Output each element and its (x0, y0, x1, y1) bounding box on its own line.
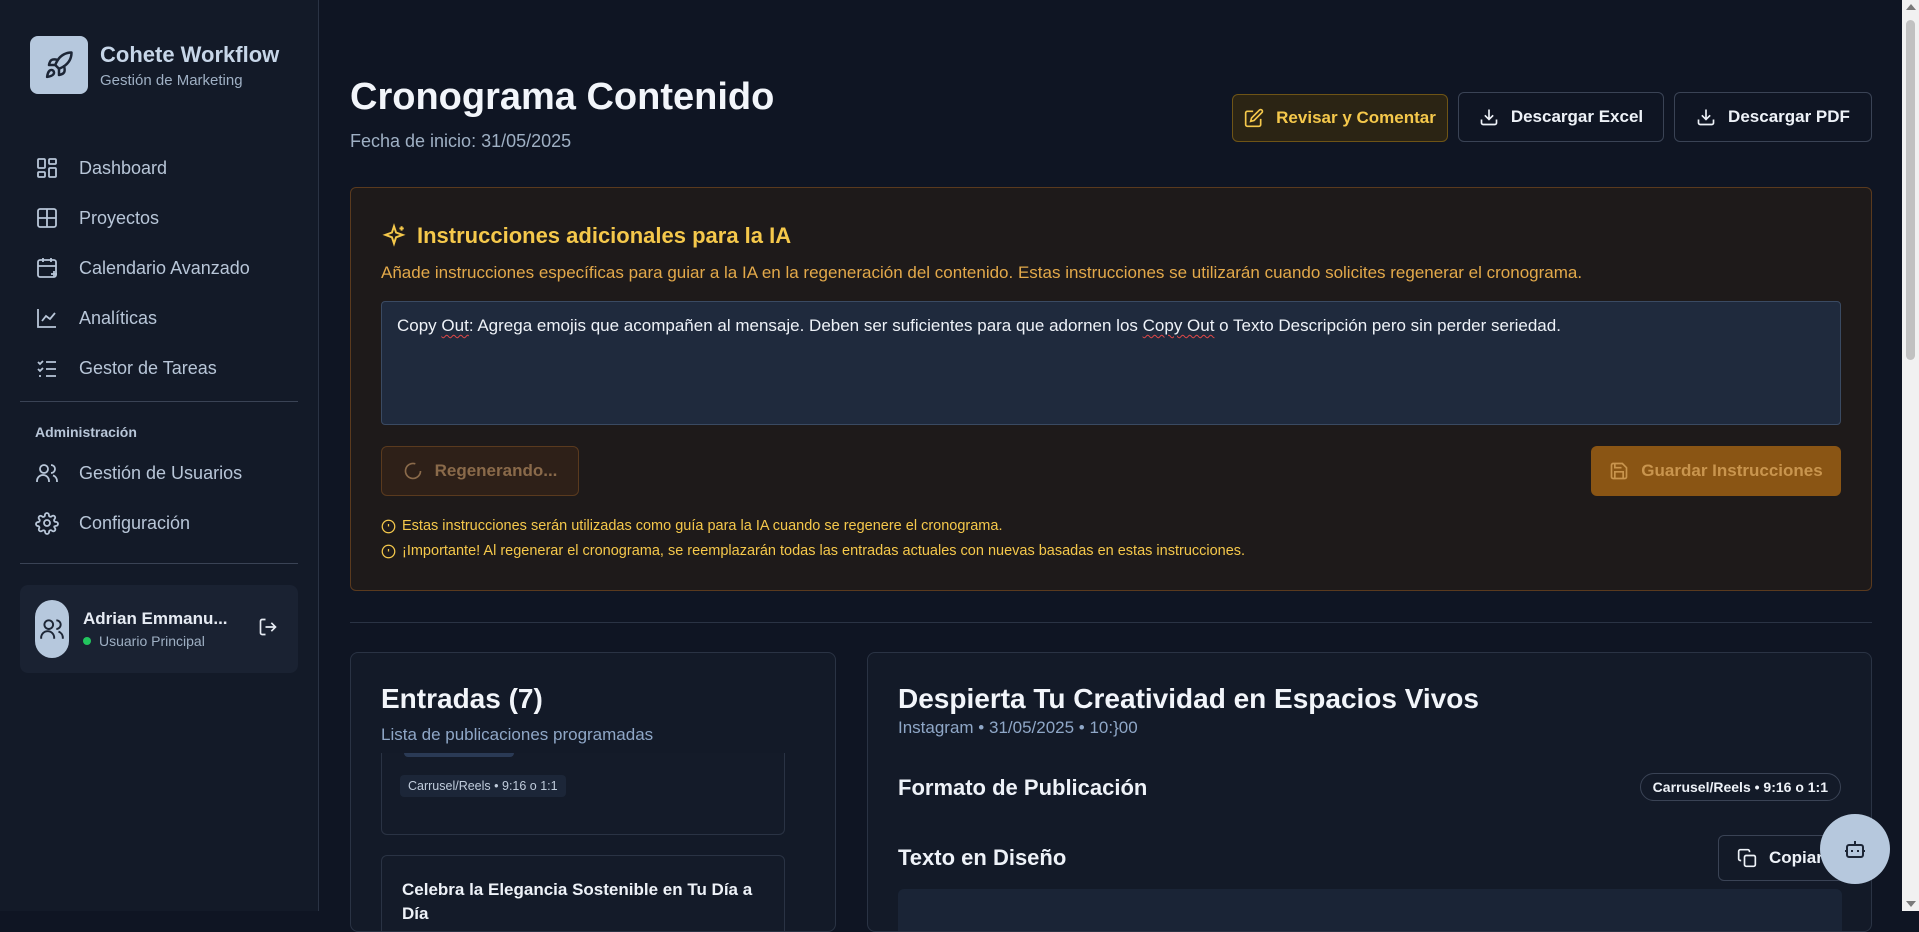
alert-circle-icon (381, 519, 396, 533)
sidebar-item-label: Configuración (79, 512, 191, 533)
format-badge: Carrusel/Reels • 9:16 o 1:1 (1639, 773, 1841, 801)
logout-button[interactable] (258, 617, 278, 642)
rocket-icon (30, 36, 88, 94)
sidebar-item-analiticas[interactable]: Analíticas (20, 293, 298, 343)
entry-title: Celebra la Elegancia Sostenible en Tu Dí… (402, 880, 753, 923)
ai-note-warning: ¡Importante! Al regenerar el cronograma,… (381, 543, 1245, 559)
ai-instructions-textarea[interactable]: Copy Out: Agrega emojis que acompañen al… (381, 301, 1841, 425)
ai-panel-heading: Instrucciones adicionales para la IA (381, 223, 791, 249)
ai-note-text: Estas instrucciones serán utilizadas com… (402, 518, 1003, 534)
download-pdf-label: Descargar PDF (1728, 107, 1850, 126)
sidebar-item-proyectos[interactable]: Proyectos (20, 193, 298, 243)
sidebar-nav: Dashboard Proyectos Calendario Avanzado … (20, 143, 298, 548)
users-icon (40, 619, 64, 639)
entry-detail-panel: Despierta Tu Creatividad en Espacios Viv… (867, 652, 1872, 932)
assistant-bot-button[interactable] (1820, 814, 1890, 884)
download-excel-button[interactable]: Descargar Excel (1458, 92, 1664, 142)
review-comment-label: Revisar y Comentar (1276, 108, 1436, 127)
grid-icon (37, 208, 57, 228)
copy-label: Copiar (1769, 848, 1823, 867)
ai-panel-description: Añade instrucciones específicas para gui… (381, 263, 1583, 282)
bot-icon (1845, 841, 1865, 858)
sidebar-item-calendario[interactable]: Calendario Avanzado (20, 243, 298, 293)
page-title: Cronograma Contenido (350, 76, 775, 118)
detail-title: Despierta Tu Creatividad en Espacios Viv… (898, 683, 1479, 714)
sidebar-item-label: Gestor de Tareas (79, 357, 217, 378)
regenerate-button[interactable]: Regenerando... (381, 446, 579, 496)
detail-meta: Instagram • 31/05/2025 • 10:}00 (898, 718, 1138, 737)
download-excel-label: Descargar Excel (1510, 107, 1644, 126)
review-comment-button[interactable]: Revisar y Comentar (1232, 94, 1448, 142)
scrollbar-thumb[interactable] (1906, 20, 1915, 360)
sidebar-divider (20, 563, 298, 564)
textarea-text: Copy (397, 316, 442, 335)
brand-subtitle: Gestión de Marketing (100, 71, 243, 89)
download-icon (1480, 109, 1498, 126)
textarea-text: : Agrega emojis que acompañen al mensaje… (468, 316, 1143, 335)
ai-note-text: ¡Importante! Al regenerar el cronograma,… (402, 543, 1246, 559)
checklist-icon (37, 360, 56, 377)
users-icon (36, 464, 58, 482)
alert-circle-icon (381, 544, 396, 558)
line-chart-icon (37, 309, 56, 328)
brand-title: Cohete Workflow (100, 41, 280, 67)
entries-subtitle: Lista de publicaciones programadas (381, 725, 654, 744)
save-instructions-label: Guardar Instrucciones (1641, 461, 1823, 480)
sidebar-item-label: Calendario Avanzado (79, 257, 250, 278)
textarea-text-misspelled: Copy Out (1142, 316, 1215, 335)
sidebar-item-label: Dashboard (79, 157, 168, 178)
entry-format-tag: Carrusel/Reels • 9:16 o 1:1 (400, 775, 566, 797)
edit-icon (1244, 108, 1264, 128)
scrollbar[interactable] (1902, 0, 1919, 911)
calendar-plus-icon (37, 258, 57, 278)
ai-panel-title: Instrucciones adicionales para la IA (417, 223, 792, 248)
sidebar-item-label: Analíticas (79, 307, 158, 328)
save-instructions-button[interactable]: Guardar Instrucciones (1591, 446, 1841, 496)
dashboard-icon (37, 158, 57, 178)
save-icon (1610, 462, 1628, 480)
section-divider (350, 622, 1872, 623)
sidebar-item-label: Proyectos (79, 207, 160, 228)
ai-note-guide: Estas instrucciones serán utilizadas com… (381, 518, 1002, 534)
textarea-text-misspelled: Out (441, 316, 469, 335)
sparkles-icon (382, 223, 406, 247)
textarea-text: o Texto Descripción pero sin perder seri… (1214, 316, 1561, 335)
gear-icon (35, 512, 59, 535)
scroll-up-icon[interactable] (1906, 4, 1916, 10)
entries-panel: Entradas (7) Lista de publicaciones prog… (350, 652, 836, 932)
admin-section-heading: Administración (35, 424, 137, 440)
sidebar-item-tareas[interactable]: Gestor de Tareas (20, 343, 298, 393)
regenerate-label: Regenerando... (434, 461, 558, 480)
sidebar-item-usuarios[interactable]: Gestión de Usuarios (20, 448, 298, 498)
status-dot (83, 637, 91, 645)
entry-card[interactable]: Carrusel/Reels • 9:16 o 1:1 (381, 753, 785, 835)
copy-icon (1737, 848, 1757, 868)
sidebar-item-label: Gestión de Usuarios (79, 462, 243, 483)
text-design-heading: Texto en Diseño (898, 845, 1067, 870)
download-pdf-button[interactable]: Descargar PDF (1674, 92, 1872, 142)
sidebar-item-dashboard[interactable]: Dashboard (20, 143, 298, 193)
user-name: Adrian Emmanu... (83, 609, 228, 628)
user-status: Usuario Principal (83, 633, 228, 649)
avatar[interactable] (35, 600, 69, 658)
logout-icon (259, 618, 277, 635)
download-icon (1697, 109, 1715, 126)
spinner-icon (404, 462, 421, 480)
ai-instructions-panel: Instrucciones adicionales para la IA Aña… (350, 187, 1872, 591)
sidebar-item-configuracion[interactable]: Configuración (20, 498, 298, 548)
entry-badge (404, 753, 514, 757)
user-card: Adrian Emmanu... Usuario Principal (20, 585, 298, 673)
user-status-label: Usuario Principal (99, 633, 205, 649)
brand[interactable]: Cohete Workflow Gestión de Marketing (30, 36, 279, 94)
sidebar: Cohete Workflow Gestión de Marketing Das… (0, 0, 319, 911)
scroll-down-icon[interactable] (1906, 901, 1916, 907)
format-heading: Formato de Publicación (898, 775, 1148, 800)
page-subtitle: Fecha de inicio: 31/05/2025 (350, 131, 572, 151)
entries-title: Entradas (7) (381, 683, 543, 714)
entry-card[interactable]: Celebra la Elegancia Sostenible en Tu Dí… (381, 855, 785, 931)
